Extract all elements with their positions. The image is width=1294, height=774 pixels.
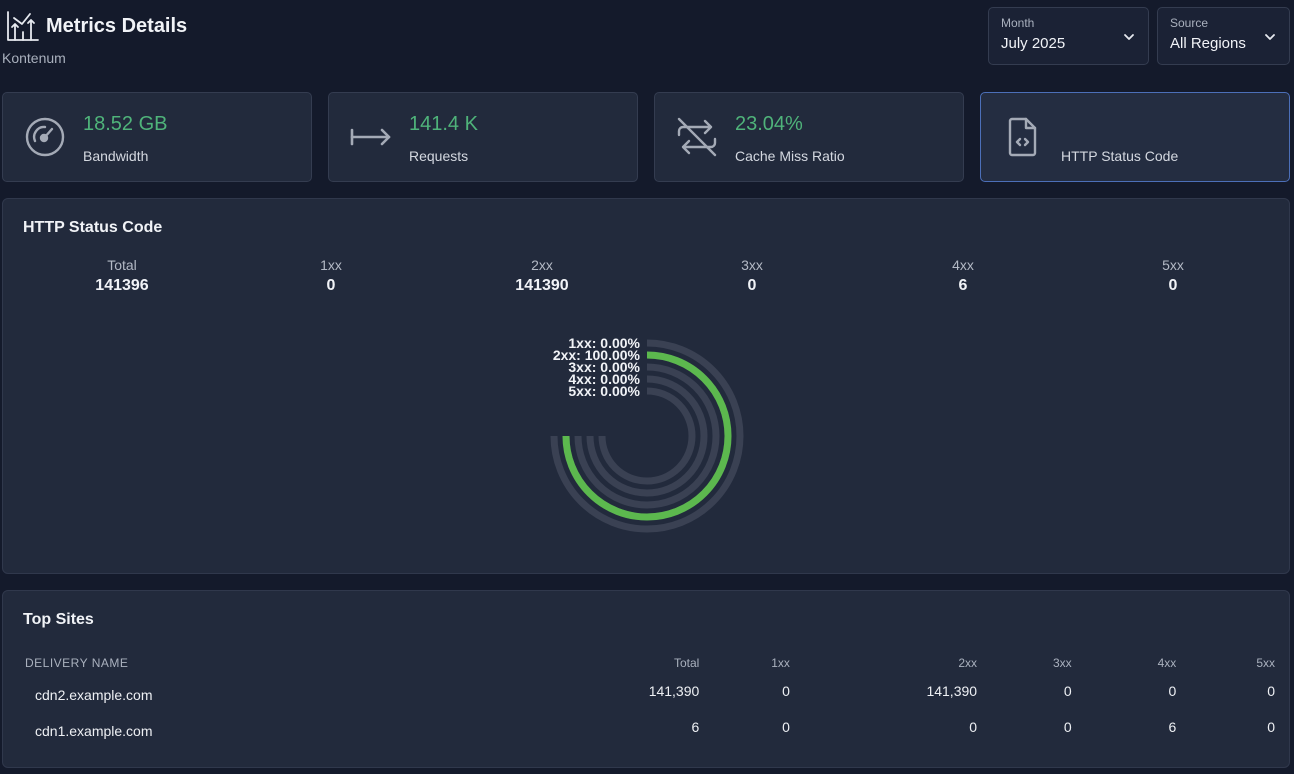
- radial-label-5xx: 5xx: 0.00%: [568, 383, 640, 399]
- cell-1xx: 0: [782, 719, 790, 735]
- radial-track-5xx: [598, 387, 696, 485]
- cell-4xx: 6: [1168, 719, 1177, 735]
- col-3xx[interactable]: 3xx: [977, 653, 1072, 673]
- cell-1xx: 0: [782, 683, 790, 699]
- chart-growth-icon: [7, 11, 39, 41]
- source-select-label: Source: [1170, 16, 1209, 30]
- cache-miss-card[interactable]: 23.04% Cache Miss Ratio: [654, 92, 964, 182]
- cache-miss-label: Cache Miss Ratio: [735, 148, 845, 164]
- cell-5xx: 0: [1267, 719, 1275, 735]
- title-wrap: Metrics Details: [6, 10, 187, 42]
- chevron-down-icon: [1124, 34, 1134, 40]
- bandwidth-card[interactable]: 18.52 GB Bandwidth: [2, 92, 312, 182]
- site-name: cdn1.example.com: [35, 723, 153, 739]
- month-select-value: July 2025: [1001, 35, 1066, 52]
- source-select[interactable]: Source All Regions: [1157, 7, 1290, 65]
- col-4xx[interactable]: 4xx: [1072, 653, 1177, 673]
- cell-2xx: 0: [969, 719, 978, 735]
- repeat-off-icon: [677, 117, 717, 157]
- cell-4xx: 0: [1168, 683, 1177, 699]
- cell-total: 6: [691, 719, 700, 735]
- col-delivery-name[interactable]: DELIVERY NAME: [25, 653, 498, 673]
- bandwidth-label: Bandwidth: [83, 148, 149, 164]
- requests-value: 141.4 K: [409, 113, 478, 135]
- file-code-icon: [1008, 117, 1037, 157]
- col-1xx[interactable]: 1xx: [699, 653, 790, 673]
- speedometer-icon: [25, 117, 65, 157]
- source-select-value: All Regions: [1170, 35, 1246, 52]
- table-row[interactable]: cdn2.example.com 141,390 0 141,390 0 0 0: [25, 673, 1275, 709]
- page-title: Metrics Details: [46, 14, 188, 37]
- col-total[interactable]: Total: [498, 653, 699, 673]
- bandwidth-value: 18.52 GB: [83, 113, 168, 135]
- month-select-label: Month: [1001, 16, 1035, 30]
- cell-2xx: 141,390: [926, 683, 978, 699]
- top-sites-title: Top Sites: [23, 611, 94, 628]
- month-select[interactable]: Month July 2025: [988, 7, 1149, 65]
- cell-5xx: 0: [1267, 683, 1275, 699]
- requests-label: Requests: [409, 148, 469, 164]
- col-2xx[interactable]: 2xx: [790, 653, 977, 673]
- http-status-panel: HTTP Status Code Total 141396 1xx 0 2xx …: [2, 198, 1290, 574]
- org-subtitle: Kontenum: [2, 50, 66, 66]
- top-sites-table: DELIVERY NAME Total 1xx 2xx 3xx 4xx 5xx …: [25, 653, 1275, 745]
- top-sites-panel: Top Sites DELIVERY NAME Total 1xx 2xx 3x…: [2, 590, 1290, 768]
- http-status-label: HTTP Status Code: [1061, 148, 1179, 164]
- status-radial-chart: 1xx: 0.00%2xx: 100.00%3xx: 0.00%4xx: 0.0…: [550, 335, 744, 533]
- http-status-card[interactable]: HTTP Status Code: [980, 92, 1290, 182]
- site-name: cdn2.example.com: [35, 687, 153, 703]
- requests-card[interactable]: 141.4 K Requests: [328, 92, 638, 182]
- col-5xx[interactable]: 5xx: [1176, 653, 1275, 673]
- cell-3xx: 0: [1063, 719, 1072, 735]
- arrow-right-icon: [350, 128, 391, 146]
- cell-total: 141,390: [648, 683, 700, 699]
- chevron-down-icon: [1265, 34, 1275, 40]
- table-row[interactable]: cdn1.example.com 6 0 0 0 6 0: [25, 709, 1275, 745]
- header: Metrics Details Kontenum Month July 2025…: [0, 0, 1294, 80]
- table-header-row: DELIVERY NAME Total 1xx 2xx 3xx 4xx 5xx: [25, 653, 1275, 673]
- cell-3xx: 0: [1063, 683, 1072, 699]
- cache-miss-value: 23.04%: [735, 113, 803, 135]
